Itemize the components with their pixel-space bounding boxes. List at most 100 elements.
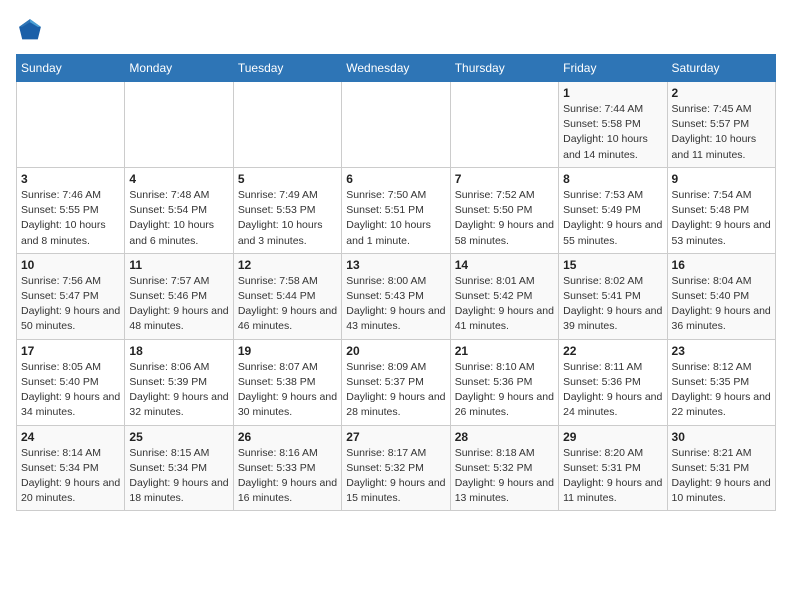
day-info: Sunrise: 8:17 AMSunset: 5:32 PMDaylight:… xyxy=(346,446,445,507)
calendar-cell: 13 Sunrise: 8:00 AMSunset: 5:43 PMDayligh… xyxy=(342,253,450,339)
day-number: 25 xyxy=(129,430,228,444)
calendar-cell: 6 Sunrise: 7:50 AMSunset: 5:51 PMDaylight… xyxy=(342,167,450,253)
calendar-week-row: 24Sunrise: 8:14 AMSunset: 5:34 PMDayligh… xyxy=(17,425,776,511)
calendar-week-row: 17Sunrise: 8:05 AMSunset: 5:40 PMDayligh… xyxy=(17,339,776,425)
calendar-cell: 16 Sunrise: 8:04 AMSunset: 5:40 PMDayligh… xyxy=(667,253,775,339)
day-info: Sunrise: 7:56 AMSunset: 5:47 PMDaylight:… xyxy=(21,274,120,335)
calendar-cell: 11 Sunrise: 7:57 AMSunset: 5:46 PMDayligh… xyxy=(125,253,233,339)
calendar-cell: 14 Sunrise: 8:01 AMSunset: 5:42 PMDayligh… xyxy=(450,253,558,339)
calendar-cell: 10Sunrise: 7:56 AMSunset: 5:47 PMDayligh… xyxy=(17,253,125,339)
day-info: Sunrise: 8:12 AMSunset: 5:35 PMDaylight:… xyxy=(672,360,771,421)
day-number: 21 xyxy=(455,344,554,358)
day-info: Sunrise: 7:48 AMSunset: 5:54 PMDaylight:… xyxy=(129,188,228,249)
day-number: 3 xyxy=(21,172,120,186)
day-number: 20 xyxy=(346,344,445,358)
calendar-cell: 7 Sunrise: 7:52 AMSunset: 5:50 PMDaylight… xyxy=(450,167,558,253)
day-info: Sunrise: 8:06 AMSunset: 5:39 PMDaylight:… xyxy=(129,360,228,421)
day-number: 5 xyxy=(238,172,337,186)
day-info: Sunrise: 8:07 AMSunset: 5:38 PMDaylight:… xyxy=(238,360,337,421)
day-number: 6 xyxy=(346,172,445,186)
calendar-cell xyxy=(17,82,125,168)
calendar-cell: 9 Sunrise: 7:54 AMSunset: 5:48 PMDaylight… xyxy=(667,167,775,253)
day-info: Sunrise: 8:18 AMSunset: 5:32 PMDaylight:… xyxy=(455,446,554,507)
day-number: 17 xyxy=(21,344,120,358)
day-info: Sunrise: 8:10 AMSunset: 5:36 PMDaylight:… xyxy=(455,360,554,421)
calendar-cell: 4 Sunrise: 7:48 AMSunset: 5:54 PMDaylight… xyxy=(125,167,233,253)
calendar-cell: 5 Sunrise: 7:49 AMSunset: 5:53 PMDaylight… xyxy=(233,167,341,253)
day-info: Sunrise: 8:11 AMSunset: 5:36 PMDaylight:… xyxy=(563,360,662,421)
day-info: Sunrise: 7:49 AMSunset: 5:53 PMDaylight:… xyxy=(238,188,337,249)
day-info: Sunrise: 8:02 AMSunset: 5:41 PMDaylight:… xyxy=(563,274,662,335)
calendar-cell: 30Sunrise: 8:21 AMSunset: 5:31 PMDayligh… xyxy=(667,425,775,511)
day-number: 16 xyxy=(672,258,771,272)
calendar-cell: 12 Sunrise: 7:58 AMSunset: 5:44 PMDayligh… xyxy=(233,253,341,339)
day-number: 18 xyxy=(129,344,228,358)
weekday-header-monday: Monday xyxy=(125,55,233,82)
calendar-cell: 1Sunrise: 7:44 AMSunset: 5:58 PMDaylight… xyxy=(559,82,667,168)
day-number: 26 xyxy=(238,430,337,444)
calendar-week-row: 3 Sunrise: 7:46 AMSunset: 5:55 PMDaylight… xyxy=(17,167,776,253)
day-info: Sunrise: 7:44 AMSunset: 5:58 PMDaylight:… xyxy=(563,102,662,163)
calendar-cell xyxy=(233,82,341,168)
day-number: 7 xyxy=(455,172,554,186)
day-number: 12 xyxy=(238,258,337,272)
calendar-cell: 8Sunrise: 7:53 AMSunset: 5:49 PMDaylight… xyxy=(559,167,667,253)
day-number: 29 xyxy=(563,430,662,444)
day-info: Sunrise: 7:45 AMSunset: 5:57 PMDaylight:… xyxy=(672,102,771,163)
page-header xyxy=(16,16,776,44)
calendar-week-row: 10Sunrise: 7:56 AMSunset: 5:47 PMDayligh… xyxy=(17,253,776,339)
calendar-cell: 25 Sunrise: 8:15 AMSunset: 5:34 PMDayligh… xyxy=(125,425,233,511)
day-number: 4 xyxy=(129,172,228,186)
day-info: Sunrise: 7:57 AMSunset: 5:46 PMDaylight:… xyxy=(129,274,228,335)
calendar-cell: 23Sunrise: 8:12 AMSunset: 5:35 PMDayligh… xyxy=(667,339,775,425)
day-info: Sunrise: 7:58 AMSunset: 5:44 PMDaylight:… xyxy=(238,274,337,335)
calendar-cell: 28 Sunrise: 8:18 AMSunset: 5:32 PMDayligh… xyxy=(450,425,558,511)
day-info: Sunrise: 7:46 AMSunset: 5:55 PMDaylight:… xyxy=(21,188,120,249)
day-info: Sunrise: 8:15 AMSunset: 5:34 PMDaylight:… xyxy=(129,446,228,507)
calendar-cell: 21 Sunrise: 8:10 AMSunset: 5:36 PMDayligh… xyxy=(450,339,558,425)
day-info: Sunrise: 8:16 AMSunset: 5:33 PMDaylight:… xyxy=(238,446,337,507)
weekday-header-wednesday: Wednesday xyxy=(342,55,450,82)
day-info: Sunrise: 8:00 AMSunset: 5:43 PMDaylight:… xyxy=(346,274,445,335)
calendar-cell: 2 Sunrise: 7:45 AMSunset: 5:57 PMDaylight… xyxy=(667,82,775,168)
logo-icon xyxy=(16,16,44,44)
day-number: 8 xyxy=(563,172,662,186)
calendar-table: SundayMondayTuesdayWednesdayThursdayFrid… xyxy=(16,54,776,511)
day-number: 28 xyxy=(455,430,554,444)
day-info: Sunrise: 8:01 AMSunset: 5:42 PMDaylight:… xyxy=(455,274,554,335)
day-number: 9 xyxy=(672,172,771,186)
weekday-header-sunday: Sunday xyxy=(17,55,125,82)
calendar-cell: 18 Sunrise: 8:06 AMSunset: 5:39 PMDayligh… xyxy=(125,339,233,425)
day-number: 15 xyxy=(563,258,662,272)
day-info: Sunrise: 8:04 AMSunset: 5:40 PMDaylight:… xyxy=(672,274,771,335)
day-info: Sunrise: 7:52 AMSunset: 5:50 PMDaylight:… xyxy=(455,188,554,249)
calendar-cell: 20 Sunrise: 8:09 AMSunset: 5:37 PMDayligh… xyxy=(342,339,450,425)
day-info: Sunrise: 8:21 AMSunset: 5:31 PMDaylight:… xyxy=(672,446,771,507)
day-number: 22 xyxy=(563,344,662,358)
day-number: 11 xyxy=(129,258,228,272)
day-number: 19 xyxy=(238,344,337,358)
calendar-cell: 19 Sunrise: 8:07 AMSunset: 5:38 PMDayligh… xyxy=(233,339,341,425)
calendar-cell xyxy=(125,82,233,168)
day-info: Sunrise: 7:54 AMSunset: 5:48 PMDaylight:… xyxy=(672,188,771,249)
calendar-cell xyxy=(450,82,558,168)
day-number: 13 xyxy=(346,258,445,272)
calendar-cell: 27 Sunrise: 8:17 AMSunset: 5:32 PMDayligh… xyxy=(342,425,450,511)
calendar-cell: 22 Sunrise: 8:11 AMSunset: 5:36 PMDayligh… xyxy=(559,339,667,425)
weekday-header-tuesday: Tuesday xyxy=(233,55,341,82)
calendar-cell: 3 Sunrise: 7:46 AMSunset: 5:55 PMDaylight… xyxy=(17,167,125,253)
calendar-cell: 29 Sunrise: 8:20 AMSunset: 5:31 PMDayligh… xyxy=(559,425,667,511)
day-number: 2 xyxy=(672,86,771,100)
day-number: 27 xyxy=(346,430,445,444)
day-info: Sunrise: 7:50 AMSunset: 5:51 PMDaylight:… xyxy=(346,188,445,249)
calendar-cell: 17Sunrise: 8:05 AMSunset: 5:40 PMDayligh… xyxy=(17,339,125,425)
day-info: Sunrise: 8:20 AMSunset: 5:31 PMDaylight:… xyxy=(563,446,662,507)
logo xyxy=(16,16,48,44)
day-number: 14 xyxy=(455,258,554,272)
day-info: Sunrise: 8:14 AMSunset: 5:34 PMDaylight:… xyxy=(21,446,120,507)
calendar-cell xyxy=(342,82,450,168)
calendar-cell: 15 Sunrise: 8:02 AMSunset: 5:41 PMDayligh… xyxy=(559,253,667,339)
day-info: Sunrise: 8:09 AMSunset: 5:37 PMDaylight:… xyxy=(346,360,445,421)
weekday-header-friday: Friday xyxy=(559,55,667,82)
weekday-header-saturday: Saturday xyxy=(667,55,775,82)
